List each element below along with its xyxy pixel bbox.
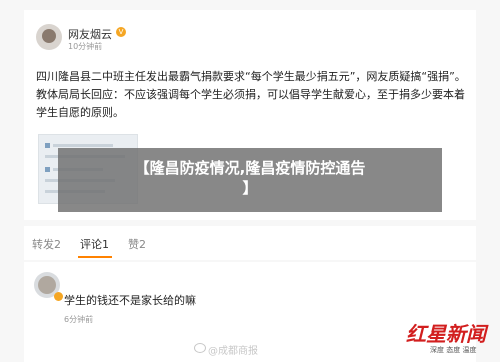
- member-badge-icon: V: [116, 27, 126, 37]
- image-bullet-icon: [45, 167, 50, 172]
- post-body-text: 四川隆昌县二中班主任发出最霸气捐款要求“每个学生最少捐五元”，网友质疑搞“强捐”…: [36, 70, 466, 119]
- watermark-text: @成都商报: [208, 346, 258, 357]
- post-action-bar: 转发2 评论1 赞2: [24, 226, 476, 260]
- hongxing-news-logo: 红星新闻 深度 态度 温度: [400, 318, 490, 358]
- author-name[interactable]: 网友烟云: [68, 26, 112, 42]
- author-avatar[interactable]: [36, 24, 62, 50]
- image-text-line: [53, 144, 113, 147]
- banner-title-line2: 】: [242, 179, 258, 197]
- active-tab-indicator: [78, 256, 112, 258]
- banner-title-line1: 【隆昌防疫情况,隆昌疫情防控通告: [134, 159, 366, 177]
- post-time: 10分钟前: [68, 42, 103, 51]
- verified-badge-icon: [54, 292, 63, 301]
- logo-slogan: 深度 态度 温度: [430, 346, 477, 354]
- title-overlay-banner: 【隆昌防疫情况,隆昌疫情防控通告 】: [58, 148, 442, 212]
- comment-button[interactable]: 评论1: [80, 236, 109, 252]
- comment-text: 学生的钱还不是家长给的嘛: [64, 294, 196, 307]
- weibo-logo-icon: [194, 343, 206, 353]
- like-button[interactable]: 赞2: [128, 236, 146, 252]
- repost-button[interactable]: 转发2: [32, 236, 61, 252]
- image-bullet-icon: [45, 143, 50, 148]
- comment-time: 6分钟前: [64, 315, 94, 324]
- logo-title: 红星新闻: [406, 322, 486, 346]
